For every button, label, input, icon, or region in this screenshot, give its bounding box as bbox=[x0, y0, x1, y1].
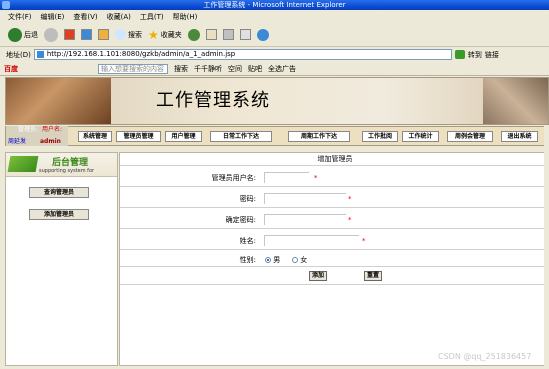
form-row-name: 姓名: * bbox=[120, 230, 549, 250]
toolbar-tieba-link[interactable]: 贴吧 bbox=[248, 64, 262, 74]
stop-button[interactable] bbox=[64, 29, 75, 40]
nav-review[interactable]: 工作批阅 bbox=[362, 130, 398, 142]
confirm-required-mark: * bbox=[348, 216, 352, 224]
page-icon bbox=[36, 51, 44, 58]
page-scrollbar[interactable] bbox=[544, 125, 549, 369]
back-button[interactable]: 后退 bbox=[8, 27, 38, 42]
menu-favorites[interactable]: 收藏(A) bbox=[107, 12, 131, 22]
reset-button[interactable]: 重置 bbox=[364, 271, 382, 281]
gender-field-label: 性别: bbox=[239, 256, 256, 264]
user-fullname: 周延发 bbox=[8, 138, 27, 145]
nav-users[interactable]: 用户管理 bbox=[165, 130, 202, 142]
role-label: 管理员: bbox=[18, 126, 39, 133]
menu-help[interactable]: 帮助(H) bbox=[173, 12, 198, 22]
browser-toolbar: 后退 搜索 ★ 收藏夹 bbox=[0, 23, 549, 47]
password-field-label: 密码: bbox=[239, 195, 256, 203]
gender-male-option[interactable]: 男 bbox=[265, 255, 280, 265]
toolbar-music-link[interactable]: 千千静听 bbox=[194, 64, 222, 74]
print-button[interactable] bbox=[222, 29, 234, 40]
submit-button[interactable]: 添加 bbox=[309, 271, 327, 281]
female-radio[interactable] bbox=[292, 257, 298, 263]
address-label: 地址(D) bbox=[6, 50, 31, 59]
menu-view[interactable]: 查看(V) bbox=[73, 12, 97, 22]
edit-button[interactable] bbox=[239, 29, 251, 40]
back-arrow-icon bbox=[8, 27, 22, 42]
banner-photo-left bbox=[6, 78, 111, 124]
toolbar-search-button[interactable]: 搜索 bbox=[174, 64, 188, 74]
confirm-password-input[interactable] bbox=[264, 214, 346, 225]
toolbar-search-input[interactable]: 输入想要搜索的内容 bbox=[98, 63, 168, 74]
go-icon[interactable] bbox=[454, 50, 465, 59]
toolbar-adblock-link[interactable]: 全选广告 bbox=[268, 64, 296, 74]
favorites-button[interactable]: ★ 收藏夹 bbox=[148, 28, 182, 42]
add-admin-button[interactable]: 添加管理员 bbox=[29, 209, 89, 220]
search-icon bbox=[115, 29, 126, 40]
form-row-confirm: 确定密码: * bbox=[120, 209, 549, 229]
form-row-actions: 添加 重置 bbox=[120, 268, 549, 285]
username-field-label: 管理员用户名: bbox=[211, 174, 256, 182]
window-title: 工作管理系统 - Microsoft Internet Explorer bbox=[203, 1, 346, 9]
sidebar-logo-icon bbox=[7, 156, 39, 172]
sidebar-header: 后台管理 supporting system for bbox=[6, 153, 117, 177]
menu-bar: 文件(F) 编辑(E) 查看(V) 收藏(A) 工具(T) 帮助(H) bbox=[0, 10, 549, 23]
nav-periodic-tasks[interactable]: 周期工作下达 bbox=[288, 130, 350, 142]
male-radio[interactable] bbox=[265, 257, 271, 263]
toolbar-space-link[interactable]: 空间 bbox=[228, 64, 242, 74]
nav-daily-tasks[interactable]: 日常工作下达 bbox=[210, 130, 272, 142]
user-name: admin bbox=[40, 138, 61, 145]
username-input[interactable] bbox=[264, 172, 309, 183]
form-row-username: 管理员用户名: * bbox=[120, 167, 549, 187]
search-button[interactable]: 搜索 bbox=[115, 29, 142, 40]
site-title: 工作管理系统 bbox=[156, 90, 270, 111]
name-field-label: 姓名: bbox=[239, 237, 256, 245]
gender-female-option[interactable]: 女 bbox=[292, 255, 307, 265]
go-button[interactable]: 转到 bbox=[468, 50, 482, 60]
name-input[interactable] bbox=[264, 235, 359, 246]
form-row-password: 密码: * bbox=[120, 188, 549, 208]
csdn-watermark: CSDN @qq_251836457 bbox=[438, 352, 532, 361]
name-required-mark: * bbox=[362, 237, 366, 245]
star-icon: ★ bbox=[148, 27, 159, 42]
nav-logout[interactable]: 退出系统 bbox=[501, 130, 538, 142]
user-info: 管理员: 用户名: 周延发 admin bbox=[6, 126, 68, 146]
query-admin-button[interactable]: 查询管理员 bbox=[29, 187, 89, 198]
nav-statistics[interactable]: 工作统计 bbox=[402, 130, 439, 142]
address-bar: 地址(D) http://192.168.1.101:8080/gzkb/adm… bbox=[0, 48, 549, 61]
confirm-field-label: 确定密码: bbox=[225, 216, 256, 224]
main-nav: 管理员: 用户名: 周延发 admin 系统管理 管理员管理 用户管理 日常工作… bbox=[5, 126, 549, 146]
messenger-button[interactable] bbox=[256, 28, 269, 41]
password-input[interactable] bbox=[264, 193, 346, 204]
form-row-gender: 性别: 男 女 bbox=[120, 251, 549, 267]
nav-meetings[interactable]: 周例会管理 bbox=[447, 130, 493, 142]
banner-photo-right bbox=[483, 78, 548, 124]
nav-system[interactable]: 系统管理 bbox=[78, 130, 112, 142]
home-button[interactable] bbox=[98, 29, 109, 40]
address-input[interactable]: http://192.168.1.101:8080/gzkb/admin/a_1… bbox=[33, 49, 452, 60]
forward-button[interactable] bbox=[44, 27, 58, 42]
links-toolbar: 百度 输入想要搜索的内容 搜索 千千静听 空间 贴吧 全选广告 bbox=[0, 62, 549, 76]
site-banner: 工作管理系统 bbox=[5, 77, 549, 125]
ie-icon bbox=[2, 1, 10, 9]
sidebar: 后台管理 supporting system for 查询管理员 添加管理员 bbox=[5, 152, 118, 366]
window-titlebar: 工作管理系统 - Microsoft Internet Explorer bbox=[0, 0, 549, 10]
menu-edit[interactable]: 编辑(E) bbox=[41, 12, 65, 22]
mail-button[interactable] bbox=[205, 29, 217, 40]
username-required-mark: * bbox=[314, 174, 318, 182]
menu-file[interactable]: 文件(F) bbox=[8, 12, 32, 22]
sidebar-title: 后台管理 bbox=[52, 158, 89, 168]
form-title: 增加管理员 bbox=[120, 153, 549, 166]
sidebar-subtitle: supporting system for bbox=[39, 168, 95, 174]
username-label: 用户名: bbox=[42, 126, 63, 133]
menu-tools[interactable]: 工具(T) bbox=[140, 12, 164, 22]
history-button[interactable] bbox=[187, 28, 200, 41]
add-admin-form: 增加管理员 管理员用户名: * 密码: * 确定密码: * 姓名: * 性别: … bbox=[119, 152, 549, 366]
links-label[interactable]: 链接 bbox=[485, 50, 499, 60]
refresh-button[interactable] bbox=[81, 29, 92, 40]
password-required-mark: * bbox=[348, 195, 352, 203]
nav-admin[interactable]: 管理员管理 bbox=[116, 130, 161, 142]
baidu-logo: 百度 bbox=[4, 64, 18, 73]
